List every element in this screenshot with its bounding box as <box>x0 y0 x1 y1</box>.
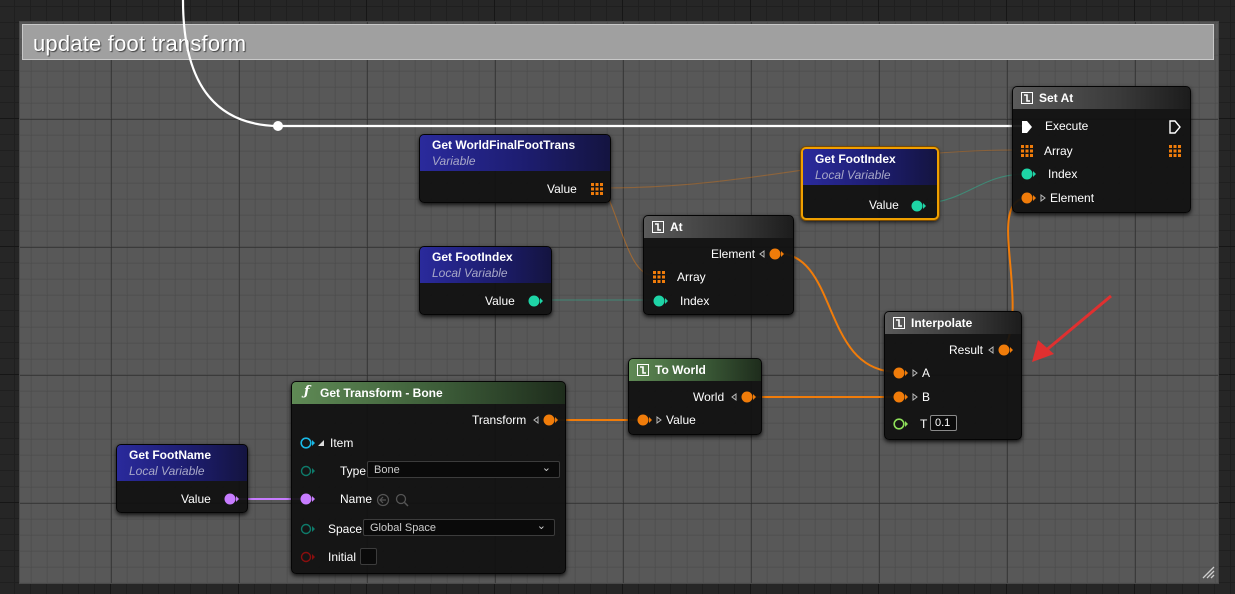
node-header: Interpolate <box>885 312 1021 334</box>
node-header: ƒ Get Transform - Bone <box>292 382 565 404</box>
space-dropdown[interactable]: Global Space ⌄ <box>363 519 555 536</box>
search-icon[interactable] <box>395 493 409 507</box>
array-label: Array <box>1044 144 1073 158</box>
index-label: Index <box>1048 167 1078 181</box>
type-label: Type <box>340 464 367 478</box>
exec-out-pin[interactable] <box>1169 120 1181 134</box>
index-label: Index <box>680 294 710 308</box>
index-pin[interactable] <box>653 295 669 307</box>
space-label: Space <box>328 522 363 536</box>
node-title: Get FootIndex <box>432 250 513 264</box>
node-header: Get FootIndex Local Variable <box>803 149 937 185</box>
resize-grip-icon[interactable] <box>1200 564 1216 580</box>
b-pin[interactable] <box>893 391 923 403</box>
function-icon: ƒ <box>304 384 310 399</box>
node-header: Get FootIndex Local Variable <box>420 247 551 283</box>
node-subtitle: Variable <box>432 154 476 168</box>
to-world-node[interactable]: To World World Value <box>628 358 762 435</box>
value-label: Value <box>869 198 899 212</box>
t-value-input[interactable]: 0.1 <box>930 415 957 431</box>
node-header: Get WorldFinalFootTrans Variable <box>420 135 610 171</box>
set-at-node[interactable]: Set At Execute Array Index Element <box>1012 86 1191 213</box>
array-label: Array <box>677 270 706 284</box>
node-header: Get FootName Local Variable <box>117 445 247 481</box>
get-foot-name-node[interactable]: Get FootName Local Variable Value <box>116 444 248 513</box>
node-title: Interpolate <box>911 316 973 330</box>
index-pin[interactable] <box>1021 168 1037 180</box>
comment-title: update foot transform <box>33 31 247 56</box>
chevron-down-icon: ⌄ <box>541 462 551 474</box>
array-at-node[interactable]: At Element Array Index <box>643 215 794 315</box>
name-pin[interactable] <box>300 493 316 505</box>
interpolate-node[interactable]: Interpolate Result A B T 0.1 <box>884 311 1022 440</box>
node-subtitle: Local Variable <box>432 266 508 280</box>
get-world-final-foot-trans-node[interactable]: Get WorldFinalFootTrans Variable Value <box>419 134 611 203</box>
type-dropdown-value: Bone <box>374 464 400 476</box>
node-title: Get FootName <box>129 448 212 462</box>
t-pin[interactable] <box>893 418 909 430</box>
node-title: At <box>670 220 683 234</box>
exec-in-pin[interactable] <box>1021 120 1033 134</box>
initial-checkbox[interactable] <box>360 548 377 565</box>
node-icon <box>637 364 649 376</box>
get-foot-index-node-selected[interactable]: Get FootIndex Local Variable Value <box>801 147 939 220</box>
node-title: Get Transform - Bone <box>320 386 443 400</box>
type-pin[interactable] <box>300 465 316 477</box>
value-pin[interactable] <box>911 200 927 212</box>
result-out-pin[interactable] <box>987 344 1015 356</box>
node-header: At <box>644 216 793 238</box>
element-label: Element <box>1050 191 1095 205</box>
a-label: A <box>922 366 931 380</box>
space-dropdown-value: Global Space <box>370 522 437 534</box>
world-out-pin[interactable] <box>730 391 758 403</box>
value-label: Value <box>485 294 515 308</box>
initial-label: Initial <box>328 550 357 564</box>
result-label: Result <box>949 343 984 357</box>
value-label: Value <box>181 492 211 506</box>
node-icon <box>893 317 905 329</box>
node-subtitle: Local Variable <box>129 464 205 478</box>
world-label: World <box>693 390 725 404</box>
node-title: Get FootIndex <box>815 152 896 166</box>
get-foot-index-node[interactable]: Get FootIndex Local Variable Value <box>419 246 552 315</box>
array-out-pin[interactable] <box>1169 145 1181 157</box>
node-subtitle: Local Variable <box>815 168 891 182</box>
value-pin[interactable] <box>224 493 240 505</box>
execute-label: Execute <box>1045 119 1089 133</box>
node-title: To World <box>655 363 706 377</box>
value-pin[interactable] <box>637 414 667 426</box>
b-label: B <box>922 390 931 404</box>
get-transform-bone-node[interactable]: ƒ Get Transform - Bone Transform Item Ty… <box>291 381 566 574</box>
node-title: Get WorldFinalFootTrans <box>432 138 576 152</box>
array-grid-icon[interactable] <box>1021 145 1033 157</box>
value-label: Value <box>547 182 577 196</box>
value-label: Value <box>666 413 696 427</box>
array-grid-icon[interactable] <box>653 271 665 283</box>
node-icon <box>652 221 664 233</box>
item-pin[interactable] <box>300 437 330 449</box>
node-icon <box>1021 92 1033 104</box>
comment-header[interactable]: update foot transform <box>22 24 1214 60</box>
transform-out-pin[interactable] <box>532 414 560 426</box>
node-header: To World <box>629 359 761 381</box>
type-dropdown[interactable]: Bone ⌄ <box>367 461 560 478</box>
a-pin[interactable] <box>893 367 923 379</box>
node-title: Set At <box>1039 91 1074 105</box>
array-grid-icon[interactable] <box>591 183 603 195</box>
value-pin[interactable] <box>528 295 544 307</box>
t-label: T <box>920 417 928 431</box>
element-out-pin[interactable] <box>758 248 786 260</box>
item-label: Item <box>330 436 354 450</box>
element-pin[interactable] <box>1021 192 1051 204</box>
reset-icon[interactable] <box>376 493 390 507</box>
name-label: Name <box>340 492 373 506</box>
transform-label: Transform <box>472 413 527 427</box>
element-label: Element <box>711 247 756 261</box>
chevron-down-icon: ⌄ <box>536 520 546 532</box>
space-pin[interactable] <box>300 523 316 535</box>
node-header: Set At <box>1013 87 1190 109</box>
initial-pin[interactable] <box>300 551 316 563</box>
